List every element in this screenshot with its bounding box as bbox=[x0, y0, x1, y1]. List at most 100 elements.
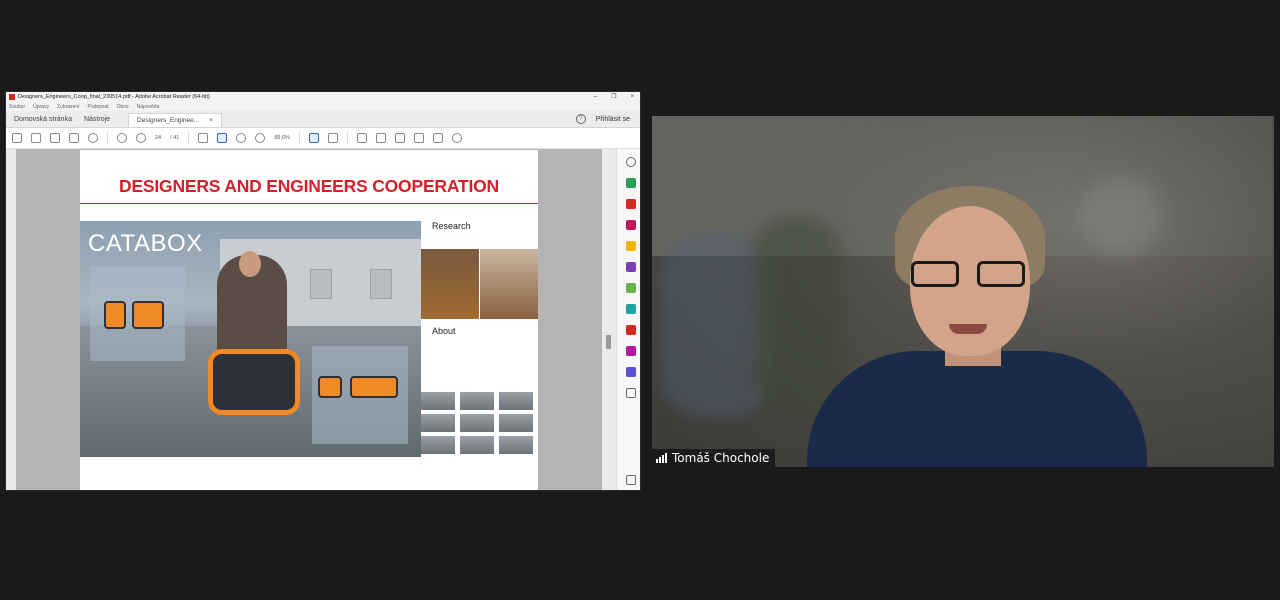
catabox-product-thumb bbox=[318, 376, 342, 398]
about-heading: About bbox=[432, 326, 456, 336]
participant-name: Tomáš Chochole bbox=[672, 451, 770, 465]
catabox-product-thumb bbox=[350, 376, 398, 398]
menu-view[interactable]: Zobrazení bbox=[57, 104, 80, 110]
tab-home[interactable]: Domovská stránka bbox=[10, 116, 80, 127]
gallery-photo bbox=[460, 414, 494, 432]
create-pdf-icon[interactable] bbox=[626, 220, 636, 230]
page-down-icon[interactable] bbox=[136, 133, 146, 143]
draw-icon[interactable] bbox=[394, 133, 405, 143]
page-number-input[interactable]: 24 bbox=[155, 135, 161, 141]
hand-tool-icon[interactable] bbox=[217, 133, 228, 143]
combine-files-icon[interactable] bbox=[626, 262, 636, 272]
print-icon[interactable] bbox=[50, 133, 60, 143]
highlight-pen-icon[interactable] bbox=[375, 133, 386, 143]
acrobat-app-icon bbox=[9, 94, 15, 100]
page-total: / 41 bbox=[170, 135, 180, 141]
toolbar-divider bbox=[107, 132, 108, 144]
edit-pdf-icon[interactable] bbox=[626, 199, 636, 209]
catabox-floating-chair bbox=[208, 349, 300, 415]
glasses-lens bbox=[911, 261, 959, 287]
stamp-icon[interactable] bbox=[413, 133, 424, 143]
delete-icon[interactable] bbox=[432, 133, 443, 143]
navy-shirt bbox=[807, 351, 1147, 467]
select-cursor-icon[interactable] bbox=[198, 133, 209, 143]
request-signature-icon[interactable] bbox=[626, 367, 636, 377]
glasses-lens bbox=[977, 261, 1025, 287]
rotate-icon[interactable] bbox=[451, 133, 462, 143]
window-title: Designers_Engineers_Coop_final_230514.pd… bbox=[18, 94, 210, 100]
save-icon[interactable] bbox=[12, 133, 22, 143]
menu-file[interactable]: Soubor bbox=[9, 104, 25, 110]
meeting-stage: Designers_Engineers_Coop_final_230514.pd… bbox=[0, 0, 1280, 600]
maximize-button[interactable]: ❐ bbox=[611, 92, 616, 102]
person-head bbox=[239, 251, 261, 277]
more-tools-icon[interactable] bbox=[626, 388, 636, 398]
scroll-mode-icon[interactable] bbox=[327, 133, 338, 143]
document-tab-label: Designers_Enginee... bbox=[137, 117, 200, 124]
email-icon[interactable] bbox=[69, 133, 79, 143]
zoom-out-icon[interactable] bbox=[236, 133, 247, 143]
gallery-photo bbox=[421, 414, 455, 432]
tabs-right: ? Přihlásit se bbox=[575, 114, 630, 124]
window-titlebar: Designers_Engineers_Coop_final_230514.pd… bbox=[6, 92, 640, 102]
tabs-bar: Domovská stránka Nástroje Designers_Engi… bbox=[6, 111, 640, 128]
toolbar-divider bbox=[188, 132, 190, 144]
gallery-photo bbox=[499, 414, 533, 432]
menu-help[interactable]: Nápověda bbox=[137, 104, 160, 110]
participant-video-tile[interactable]: Tomáš Chochole bbox=[652, 116, 1274, 467]
catabox-product-thumb bbox=[132, 301, 164, 329]
close-tab-icon[interactable]: × bbox=[209, 117, 213, 127]
menu-edit[interactable]: Úpravy bbox=[33, 104, 49, 110]
gallery-photo bbox=[499, 436, 533, 454]
research-photo bbox=[421, 249, 479, 319]
main-toolbar: 24 / 41 89,6% bbox=[6, 128, 640, 149]
bookmark-star-icon[interactable] bbox=[31, 133, 41, 143]
vertical-scrollbar[interactable] bbox=[602, 149, 616, 490]
search-icon[interactable] bbox=[88, 133, 98, 143]
fit-page-icon[interactable] bbox=[308, 133, 319, 143]
scroll-thumb[interactable] bbox=[606, 335, 611, 349]
shared-screen-acrobat[interactable]: Designers_Engineers_Coop_final_230514.pd… bbox=[5, 91, 641, 491]
toolbar-divider bbox=[346, 132, 348, 144]
participant-nameplate: Tomáš Chochole bbox=[652, 449, 776, 467]
pdf-page-title: DESIGNERS AND ENGINEERS COOPERATION bbox=[119, 176, 499, 196]
menu-sign[interactable]: Podepsat bbox=[87, 104, 108, 110]
left-panel-toggle[interactable] bbox=[6, 149, 16, 490]
menu-bar: Soubor Úpravy Zobrazení Podepsat Okno Ná… bbox=[6, 102, 640, 111]
catabox-heading: CATABOX bbox=[88, 230, 203, 257]
fill-sign-icon[interactable] bbox=[626, 346, 636, 356]
export-pdf-icon[interactable] bbox=[626, 178, 636, 188]
minimize-button[interactable]: – bbox=[594, 92, 597, 102]
scan-ocr-icon[interactable] bbox=[626, 304, 636, 314]
catabox-hero-image: CATABOX bbox=[80, 221, 421, 457]
protect-icon[interactable] bbox=[626, 325, 636, 335]
garage-door bbox=[310, 269, 332, 299]
sign-in-button[interactable]: Přihlásit se bbox=[596, 116, 630, 123]
organize-pages-icon[interactable] bbox=[626, 283, 636, 293]
pdf-page: DESIGNERS AND ENGINEERS COOPERATION CATA… bbox=[80, 150, 538, 490]
participant-person bbox=[807, 186, 1147, 467]
gallery-photo bbox=[460, 436, 494, 454]
zoom-level[interactable]: 89,6% bbox=[274, 135, 290, 141]
gallery-photo bbox=[499, 392, 533, 410]
comment-icon[interactable] bbox=[356, 133, 367, 143]
menu-window[interactable]: Okno bbox=[117, 104, 129, 110]
comment-tool-icon[interactable] bbox=[626, 241, 636, 251]
gallery-photo bbox=[421, 436, 455, 454]
catabox-product-thumb bbox=[104, 301, 126, 329]
toolbar-divider bbox=[298, 132, 300, 144]
zoom-in-icon[interactable] bbox=[255, 133, 266, 143]
close-window-button[interactable]: × bbox=[630, 92, 634, 102]
window-controls: – ❐ × bbox=[594, 92, 634, 102]
glasses bbox=[911, 261, 1029, 287]
help-icon[interactable]: ? bbox=[575, 114, 586, 124]
garage-door bbox=[370, 269, 392, 299]
zoom-search-icon[interactable] bbox=[626, 157, 636, 167]
tools-right-panel bbox=[616, 149, 640, 490]
connection-signal-icon bbox=[656, 453, 667, 463]
page-up-icon[interactable] bbox=[117, 133, 127, 143]
collapse-panel-icon[interactable] bbox=[626, 475, 636, 485]
research-heading: Research bbox=[432, 221, 471, 231]
tab-document[interactable]: Designers_Enginee... × bbox=[128, 113, 222, 127]
tab-tools[interactable]: Nástroje bbox=[80, 116, 118, 127]
